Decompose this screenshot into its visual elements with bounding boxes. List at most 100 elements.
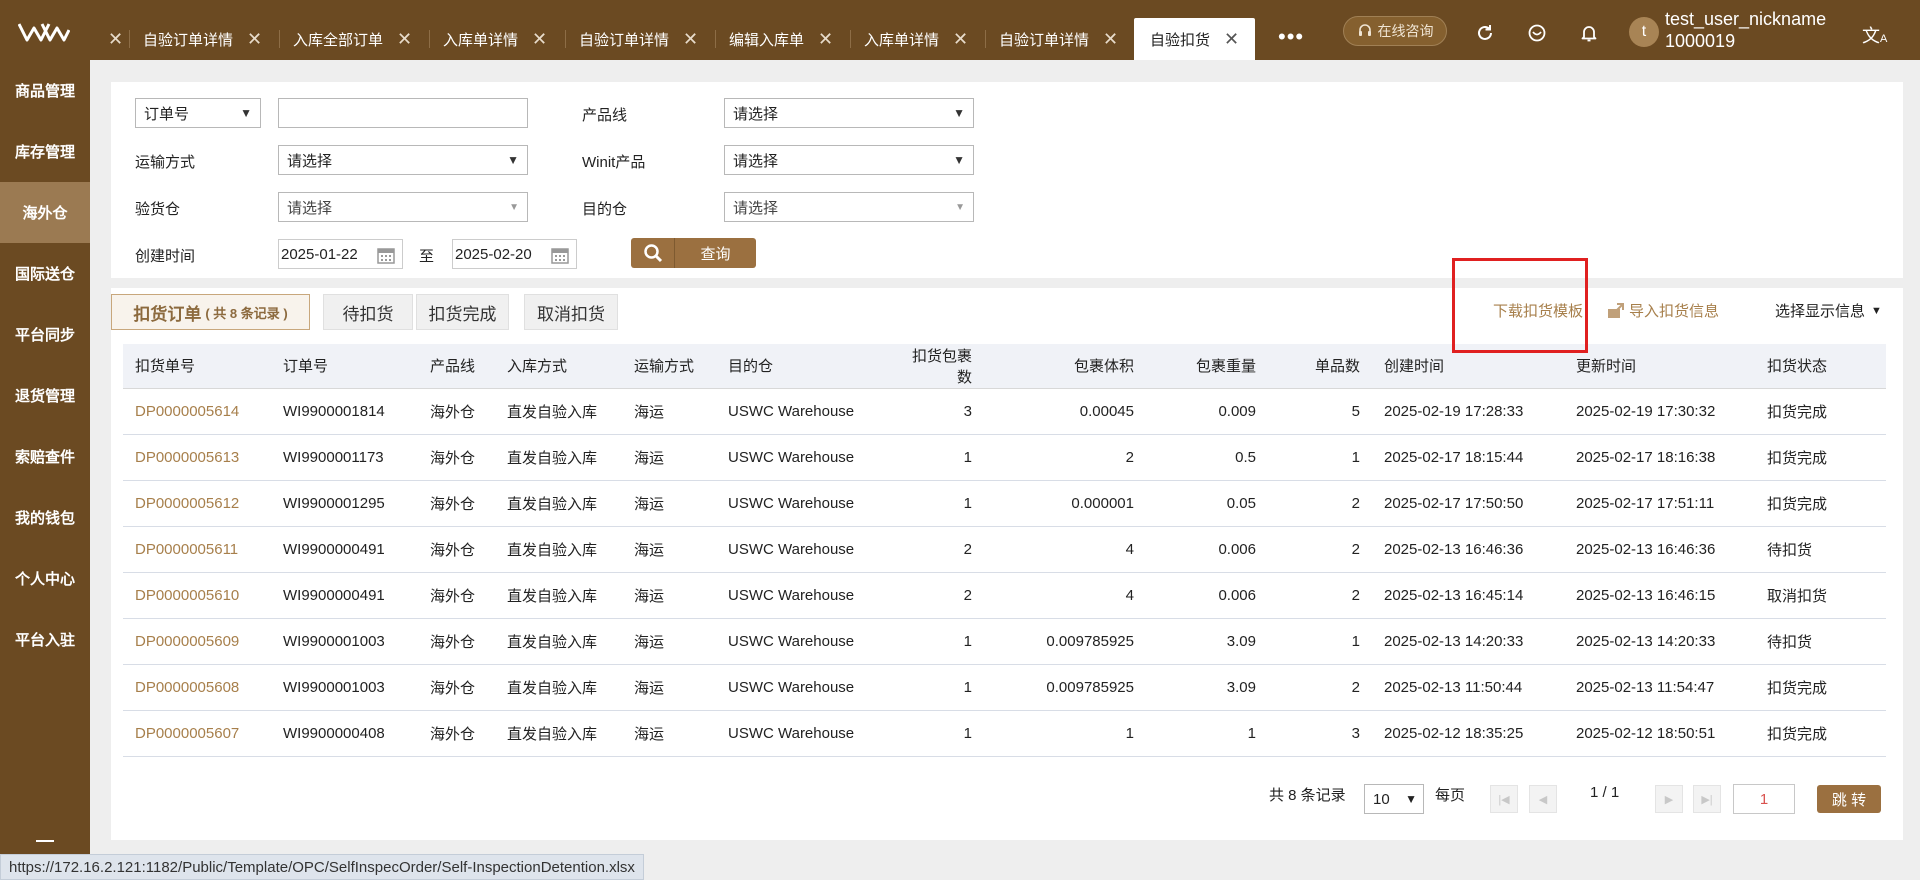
winit-product-select[interactable]: 请选择 ▼ [724, 145, 974, 175]
tab-self-inspection-detail-3[interactable]: 自验订单详情 ✕ [984, 18, 1118, 60]
more-tabs-icon[interactable]: ••• [1278, 24, 1304, 50]
close-icon[interactable]: ✕ [818, 30, 833, 48]
table-cell: 2025-02-13 16:46:36 [1564, 526, 1755, 573]
inspection-warehouse-select[interactable]: 请选择 ▼ [278, 192, 528, 222]
hold-order-link[interactable]: DP0000005607 [123, 710, 271, 757]
sidebar-item-returns[interactable]: 退货管理 [0, 365, 90, 426]
product-line-select[interactable]: 请选择 ▼ [724, 98, 974, 128]
sidebar-item-products[interactable]: 商品管理 [0, 60, 90, 121]
hold-order-link[interactable]: DP0000005610 [123, 572, 271, 619]
tab-inbound-detail-1[interactable]: 入库单详情 ✕ [428, 18, 547, 60]
sidebar-item-wallet[interactable]: 我的钱包 [0, 487, 90, 548]
order-number-input[interactable] [278, 98, 528, 128]
sidebar-item-platform-sync[interactable]: 平台同步 [0, 304, 90, 365]
hold-order-link[interactable]: DP0000005608 [123, 664, 271, 711]
hold-order-link[interactable]: DP0000005611 [123, 526, 271, 573]
table-cell: 海运 [622, 664, 716, 711]
col-header[interactable]: 扣货单号 [123, 344, 271, 389]
tab-hold-orders[interactable]: 扣货订单( 共 8 条记录 ) [111, 294, 310, 330]
tab-edit-inbound[interactable]: 编辑入库单 ✕ [714, 18, 833, 60]
close-icon[interactable]: ✕ [247, 30, 262, 48]
brand-logo[interactable] [18, 22, 70, 42]
order-type-select[interactable]: 订单号 ▼ [135, 98, 261, 128]
consult-label: 在线咨询 [1377, 23, 1434, 39]
refresh-icon[interactable] [1474, 22, 1496, 44]
destination-warehouse-select[interactable]: 请选择 ▼ [724, 192, 974, 222]
tab-label: 自验订单详情 [579, 31, 670, 49]
hold-order-link[interactable]: DP0000005613 [123, 434, 271, 481]
sidebar-item-claims[interactable]: 索赔查件 [0, 426, 90, 487]
table-row[interactable]: DP0000005608 WI9900001003 海外仓 直发自验入库 海运 USWC … [123, 664, 1886, 711]
shipping-method-select[interactable]: 请选择 ▼ [278, 145, 528, 175]
bell-icon[interactable] [1578, 22, 1600, 44]
calendar-icon[interactable] [550, 245, 570, 265]
hold-order-link[interactable]: DP0000005614 [123, 388, 271, 435]
feedback-icon[interactable] [1526, 22, 1548, 44]
col-header[interactable]: 目的仓 [716, 344, 889, 389]
col-header[interactable]: 订单号 [271, 344, 418, 389]
close-icon[interactable]: ✕ [1103, 30, 1118, 48]
sidebar-item-overseas-warehouse[interactable]: 海外仓 [0, 182, 90, 243]
col-header[interactable]: 包裹体积 [984, 344, 1146, 389]
tab-hold-cancelled[interactable]: 取消扣货 [524, 294, 618, 330]
tab-self-inspection-hold[interactable]: 自验扣货 ✕ [1134, 18, 1256, 60]
headset-icon [1358, 24, 1371, 36]
avatar[interactable]: t [1629, 17, 1659, 47]
close-icon[interactable]: ✕ [1224, 30, 1239, 48]
table-row[interactable]: DP0000005609 WI9900001003 海外仓 直发自验入库 海运 USWC … [123, 618, 1886, 665]
chevron-down-icon: ▼ [509, 202, 519, 213]
close-icon[interactable]: ✕ [397, 30, 412, 48]
sidebar-item-inventory[interactable]: 库存管理 [0, 121, 90, 182]
tab-self-inspection-detail-2[interactable]: 自验订单详情 ✕ [564, 18, 698, 60]
col-header[interactable]: 单品数 [1268, 344, 1372, 389]
search-button[interactable]: 查询 [631, 238, 756, 268]
close-icon[interactable]: ✕ [108, 30, 123, 48]
tab-pending-hold[interactable]: 待扣货 [323, 294, 413, 330]
created-to-date-input[interactable]: 2025-02-20 [452, 239, 577, 269]
close-icon[interactable]: ✕ [683, 30, 698, 48]
close-icon[interactable]: ✕ [532, 30, 547, 48]
jump-page-input[interactable]: 1 [1733, 784, 1795, 814]
col-header[interactable]: 入库方式 [495, 344, 622, 389]
calendar-icon[interactable] [376, 245, 396, 265]
next-page-icon[interactable]: ▶ [1655, 785, 1683, 813]
tab-all-inbound-orders[interactable]: 入库全部订单 ✕ [278, 18, 412, 60]
tab-hold-completed[interactable]: 扣货完成 [416, 294, 509, 330]
table-cell: 2 [1268, 572, 1372, 619]
table-cell: WI9900000491 [271, 526, 418, 573]
col-header[interactable]: 包裹重量 [1146, 344, 1268, 389]
sidebar-item-profile[interactable]: 个人中心 [0, 548, 90, 609]
page-size-select[interactable]: 10 ▼ [1364, 784, 1424, 814]
import-info-link[interactable]: 导入扣货信息 [1607, 300, 1719, 321]
col-header[interactable]: 更新时间 [1564, 344, 1755, 389]
user-info[interactable]: test_user_nickname 1000019 [1665, 8, 1826, 52]
prev-page-icon[interactable]: ◀ [1529, 785, 1557, 813]
tab-self-inspection-detail-1[interactable]: 自验订单详情 ✕ [128, 18, 262, 60]
table-cell: USWC Warehouse [716, 572, 889, 619]
table-row[interactable]: DP0000005612 WI9900001295 海外仓 直发自验入库 海运 USWC … [123, 480, 1886, 527]
col-header[interactable]: 扣货包裹数 [889, 344, 984, 389]
table-row[interactable]: DP0000005607 WI9900000408 海外仓 直发自验入库 海运 USWC … [123, 710, 1886, 757]
translate-icon[interactable]: 文A [1862, 22, 1887, 48]
created-from-date-input[interactable]: 2025-01-22 [278, 239, 403, 269]
tab-close-leftover[interactable]: ✕ [94, 18, 123, 60]
hold-order-link[interactable]: DP0000005609 [123, 618, 271, 665]
table-row[interactable]: DP0000005613 WI9900001173 海外仓 直发自验入库 海运 USWC … [123, 434, 1886, 481]
last-page-icon[interactable]: ▶| [1693, 785, 1721, 813]
table-row[interactable]: DP0000005614 WI9900001814 海外仓 直发自验入库 海运 USWC … [123, 388, 1886, 435]
close-icon[interactable]: ✕ [953, 30, 968, 48]
menu-icon[interactable] [36, 840, 54, 850]
hold-order-link[interactable]: DP0000005612 [123, 480, 271, 527]
table-row[interactable]: DP0000005611 WI9900000491 海外仓 直发自验入库 海运 USWC … [123, 526, 1886, 573]
sidebar-item-international-delivery[interactable]: 国际送仓 [0, 243, 90, 304]
select-display-columns-button[interactable]: 选择显示信息 ▼ [1775, 300, 1882, 321]
jump-button[interactable]: 跳 转 [1817, 785, 1881, 813]
online-consult-button[interactable]: 在线咨询 [1343, 16, 1447, 46]
table-row[interactable]: DP0000005610 WI9900000491 海外仓 直发自验入库 海运 USWC … [123, 572, 1886, 619]
sidebar-item-platform-onboarding[interactable]: 平台入驻 [0, 609, 90, 670]
first-page-icon[interactable]: |◀ [1490, 785, 1518, 813]
col-header[interactable]: 运输方式 [622, 344, 716, 389]
col-header[interactable]: 扣货状态 [1755, 344, 1886, 389]
tab-inbound-detail-2[interactable]: 入库单详情 ✕ [849, 18, 968, 60]
col-header[interactable]: 产品线 [418, 344, 495, 389]
